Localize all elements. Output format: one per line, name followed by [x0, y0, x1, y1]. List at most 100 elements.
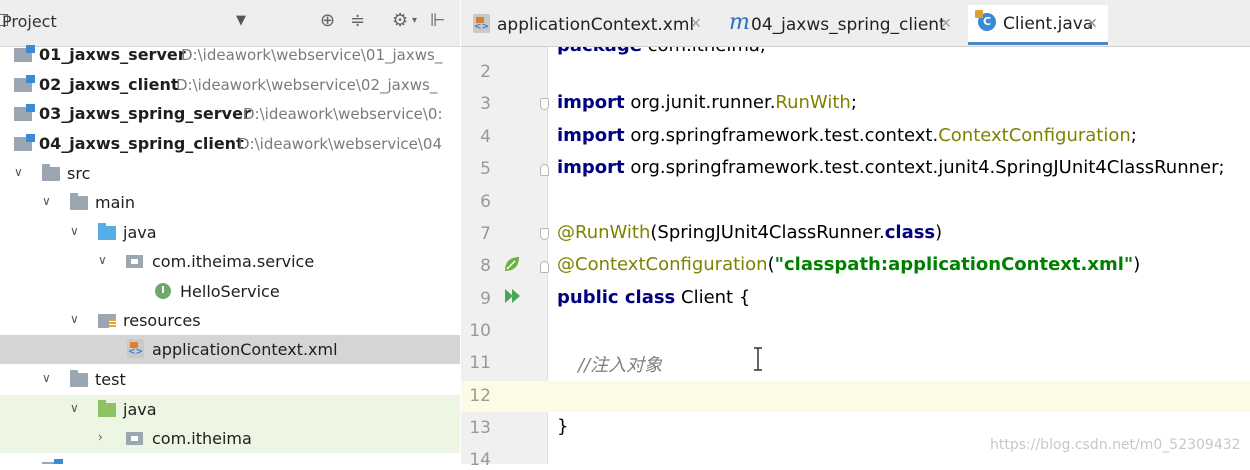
- tree-item-label: test: [95, 370, 126, 389]
- text-cursor-icon: [754, 347, 762, 371]
- chevron-down-icon[interactable]: ∨: [70, 401, 79, 415]
- tree-item-module[interactable]: 02_jaxws_client D:\ideawork\webservice\0…: [0, 70, 460, 99]
- tree-item-label: com.itheima: [152, 429, 252, 448]
- tree-item-src[interactable]: ∨ src: [0, 159, 460, 188]
- fold-marker-icon[interactable]: [540, 261, 549, 273]
- line-number: 9: [480, 289, 491, 309]
- tree-item-label: com.itheima.service: [152, 252, 315, 271]
- maven-module-icon: m: [729, 10, 750, 35]
- tree-item-package[interactable]: ∨ com.itheima.service: [0, 247, 460, 276]
- tree-item-label: 04_jaxws_spring_client: [39, 134, 244, 153]
- xml-file-icon: [473, 14, 490, 33]
- close-icon[interactable]: ✕: [690, 16, 702, 32]
- chevron-down-icon[interactable]: ∨: [42, 371, 51, 385]
- project-panel-title[interactable]: Project: [2, 12, 57, 31]
- fold-marker-icon[interactable]: [540, 164, 549, 176]
- tree-item-label: 03_jaxws_spring_server: [39, 104, 251, 123]
- tree-item-label: HelloService: [180, 282, 280, 301]
- chevron-down-icon[interactable]: ∨: [14, 165, 23, 179]
- code-line-5: import org.springframework.test.context.…: [557, 157, 1225, 178]
- current-line-highlight: [461, 381, 1250, 412]
- tab-applicationcontext-xml[interactable]: applicationContext.xml ✕: [471, 8, 716, 38]
- chevron-down-icon[interactable]: ∨: [42, 194, 51, 208]
- tree-item-label: resources: [123, 311, 201, 330]
- line-number: 10: [469, 321, 491, 341]
- tree-item-resources[interactable]: ∨ resources: [0, 306, 460, 335]
- line-number: 6: [480, 192, 491, 212]
- folder-icon: [42, 164, 60, 181]
- tree-item-path: D:\ideawork\webservice\0:: [243, 105, 443, 123]
- tab-client-java[interactable]: C Client.java ✕: [968, 5, 1108, 45]
- tree-item-path: D:\ideawork\webservice\04: [238, 135, 443, 153]
- hide-panel-icon[interactable]: ⊩: [430, 10, 446, 31]
- tab-04-jaxws-spring-client[interactable]: m 04_jaxws_spring_client ✕: [726, 8, 962, 38]
- package-icon: [126, 432, 143, 445]
- tab-label: Client.java: [1003, 14, 1094, 34]
- fold-marker-icon[interactable]: [540, 228, 549, 240]
- tree-item-label: java: [123, 400, 157, 419]
- tree-item-path: D:\ideawork\webservice\01_jaxws_: [181, 46, 443, 64]
- close-icon[interactable]: ✕: [940, 16, 952, 32]
- line-number: 13: [469, 418, 491, 438]
- module-icon: [14, 104, 35, 121]
- folder-icon: [70, 193, 88, 210]
- locate-target-icon[interactable]: ⊕: [320, 10, 335, 31]
- chevron-right-icon[interactable]: ›: [98, 430, 103, 444]
- module-icon: [14, 45, 35, 62]
- tree-item-label: 01_jaxws_server: [39, 45, 186, 64]
- chevron-down-icon[interactable]: ∨: [98, 253, 107, 267]
- source-folder-icon: [98, 223, 116, 240]
- tree-item-test[interactable]: ∨ test: [0, 365, 460, 394]
- tree-item-module[interactable]: 01_jaxws_server D:\ideawork\webservice\0…: [0, 40, 460, 69]
- line-number: 11: [469, 353, 491, 373]
- line-number: 4: [480, 127, 491, 147]
- folder-icon: [70, 370, 88, 387]
- tree-item-label: 02_jaxws_client: [39, 75, 179, 94]
- watermark: https://blog.csdn.net/m0_52309432: [990, 437, 1241, 453]
- module-icon: [14, 75, 35, 92]
- line-number: 2: [480, 62, 491, 82]
- code-line-8: @ContextConfiguration("classpath:applica…: [557, 254, 1141, 275]
- java-class-icon: C: [975, 10, 996, 31]
- line-number: 5: [480, 159, 491, 179]
- view-dropdown-caret-icon[interactable]: ▼: [236, 13, 246, 28]
- module-icon: [14, 134, 35, 151]
- chevron-down-icon[interactable]: ∨: [70, 224, 79, 238]
- tab-label: applicationContext.xml: [497, 15, 695, 35]
- tree-item-com-itheima[interactable]: › com.itheima: [0, 424, 460, 453]
- collapse-all-icon[interactable]: ≑: [350, 10, 365, 31]
- tree-item-test-java[interactable]: ∨ java: [0, 395, 460, 424]
- tree-item-java[interactable]: ∨ java: [0, 218, 460, 247]
- resources-folder-icon: [98, 314, 116, 328]
- line-number: 14: [469, 450, 491, 470]
- line-number: 3: [480, 94, 491, 114]
- code-line-9: public class Client {: [557, 287, 751, 308]
- tree-item-label: main: [95, 193, 135, 212]
- tab-label: 04_jaxws_spring_client: [751, 15, 946, 35]
- tree-item-module[interactable]: 04_jaxws_spring_client D:\ideawork\webse…: [0, 129, 460, 158]
- code-comment: //注入对象: [578, 355, 663, 376]
- tree-item-module[interactable]: 03_jaxws_spring_server D:\ideawork\webse…: [0, 99, 460, 128]
- test-source-folder-icon: [98, 400, 116, 417]
- tree-item-main[interactable]: ∨ main: [0, 188, 460, 217]
- tree-item-path: D:\ideawork\webservice\02_jaxws_: [176, 76, 438, 94]
- tree-item-label: applicationContext.xml: [152, 340, 338, 359]
- gear-dropdown-icon[interactable]: ▾: [412, 15, 417, 26]
- tree-item-applicationcontext[interactable]: applicationContext.xml: [0, 335, 460, 364]
- tree-item-label: java: [123, 223, 157, 242]
- chevron-down-icon[interactable]: ∨: [70, 312, 79, 326]
- tree-item-partial[interactable]: [0, 454, 460, 464]
- fold-marker-icon[interactable]: [540, 98, 549, 110]
- code-line-4: import org.springframework.test.context.…: [557, 125, 1137, 146]
- code-line-7: @RunWith(SpringJUnit4ClassRunner.class): [557, 222, 943, 243]
- close-icon[interactable]: ✕: [1086, 16, 1098, 32]
- spring-bean-icon[interactable]: [503, 255, 521, 273]
- project-panel: Project ▼ ⊕ ≑ ⚙ ▾ ⊩ 01_jaxws_server D:\i…: [0, 0, 460, 464]
- run-test-icon[interactable]: [503, 287, 523, 305]
- line-number: 8: [480, 256, 491, 276]
- gear-icon[interactable]: ⚙: [392, 10, 408, 31]
- interface-icon: I: [155, 283, 171, 299]
- package-icon: [126, 255, 143, 268]
- tree-item-helloservice[interactable]: I HelloService: [0, 277, 460, 306]
- tree-item-label: src: [67, 164, 91, 183]
